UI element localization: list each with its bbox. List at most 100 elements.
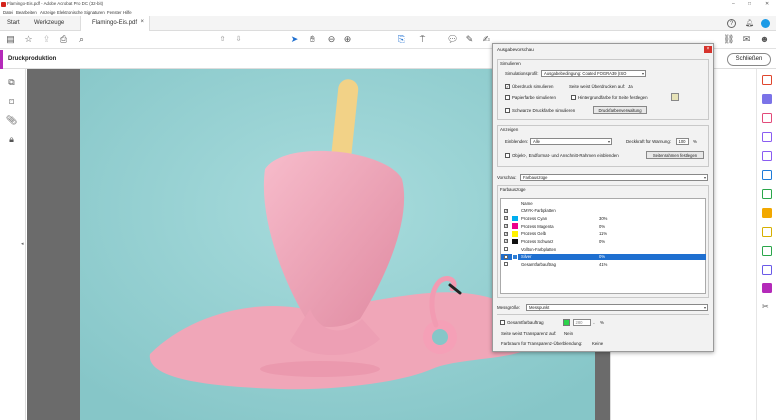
scroll-mode-icon[interactable]: ⍑ — [417, 34, 428, 45]
simulation-profile-select[interactable]: Ausgabebedingung: Coated FOGRA39 (ISO ▾ — [541, 70, 646, 77]
export-pdf-icon[interactable] — [762, 75, 772, 85]
search-icon[interactable]: ⌕ — [76, 34, 87, 45]
ink-manager-button[interactable]: Druckfarbenverwaltung — [593, 106, 647, 114]
menu-datei[interactable]: Datei — [3, 10, 13, 15]
warning-opacity-unit: % — [693, 139, 697, 144]
hand-tool-icon[interactable]: ✋︎ — [307, 34, 318, 45]
separation-checkbox[interactable]: ✓ — [504, 216, 508, 221]
paper-color-checkbox[interactable] — [505, 95, 510, 100]
transparency-label: Seite weist Transparenz auf: — [501, 331, 557, 336]
black-ink-checkbox[interactable] — [505, 108, 510, 113]
separation-row[interactable]: Gesamtfarbauftrag 41% — [501, 262, 706, 268]
separation-color-swatch — [512, 215, 518, 222]
rail-collapse-icon[interactable]: ◂ — [21, 241, 24, 247]
sign-icon[interactable]: ✍︎ — [481, 34, 492, 45]
print-production-green-icon[interactable] — [762, 246, 772, 256]
create-pdf-tool-icon[interactable] — [762, 132, 772, 142]
menu-anzeige[interactable]: Anzeige — [40, 10, 56, 15]
pen-icon[interactable]: ✎ — [464, 34, 475, 45]
transparency-value: Nein — [564, 331, 574, 336]
warning-opacity-input[interactable]: 100 — [676, 138, 689, 145]
separation-name: Prozess Magenta — [521, 223, 554, 229]
separation-row[interactable]: ✓ Prozess Cyan 30% — [501, 215, 706, 222]
separation-row[interactable]: ✓ Prozess Magenta 0% — [501, 223, 706, 229]
edit-pdf-icon[interactable] — [762, 113, 772, 123]
help-icon[interactable]: ? — [727, 19, 736, 28]
sample-size-select[interactable]: Messpunkt ▾ — [526, 304, 708, 311]
tab-start[interactable]: Start — [7, 16, 20, 31]
menu-bearbeiten[interactable]: Bearbeiten — [16, 10, 37, 15]
separation-name: Vollton-Farbplatten — [521, 246, 557, 252]
bookmarks-icon[interactable]: ⌑ — [6, 97, 17, 108]
menu-bar: Datei Bearbeiten Anzeige Elektronische S… — [0, 9, 776, 16]
account-icon[interactable]: ☻ — [759, 34, 770, 45]
print-production-icon[interactable] — [762, 283, 772, 293]
total-coverage-input[interactable]: 280 — [573, 319, 591, 326]
page-fit-icon[interactable]: ⎘ — [396, 34, 407, 45]
separation-checkbox[interactable] — [504, 247, 508, 251]
total-coverage-color-swatch[interactable] — [563, 319, 570, 326]
show-filter-select[interactable]: Alle ▾ — [530, 138, 612, 145]
separations-legend: Farbauszüge — [500, 187, 526, 192]
menu-fenster[interactable]: Fenster — [107, 10, 122, 15]
separation-row[interactable]: Silver 0% — [501, 254, 706, 261]
show-boxes-checkbox[interactable] — [505, 153, 510, 158]
share-upload-icon[interactable]: ⇪ — [41, 34, 52, 45]
bookmark-star-icon[interactable]: ☆ — [23, 34, 34, 45]
layers-lock-icon[interactable]: 🔒︎ — [6, 134, 17, 145]
menu-signaturen[interactable]: Elektronische Signaturen — [57, 10, 105, 15]
comment-icon[interactable]: 💬︎ — [447, 34, 458, 45]
bg-color-swatch[interactable] — [671, 93, 679, 101]
separation-name: Prozess Cyan — [521, 215, 548, 221]
zoom-in-icon[interactable]: ⊕ — [342, 34, 353, 45]
separation-row[interactable]: ✓ CMYK-Farbplatten — [501, 208, 706, 214]
separation-checkbox[interactable]: ✓ — [504, 231, 508, 236]
separations-list[interactable]: Name ✓ CMYK-Farbplatten ✓ Prozess Cyan 30% ✓ P… — [500, 198, 706, 294]
separation-row[interactable]: ✓ Prozess Gelb 11% — [501, 231, 706, 237]
warning-opacity-label: Deckkraft für Warnung: — [626, 139, 671, 144]
page-boxes-button[interactable]: Seitenrahmen festlegen — [646, 151, 704, 159]
window-close-button[interactable]: ✕ — [765, 1, 769, 7]
total-coverage-stepper-icon[interactable]: ⌄ — [592, 320, 596, 326]
overprint-checkbox[interactable]: ✓ — [505, 84, 510, 89]
bell-icon[interactable]: 🔔︎ — [745, 19, 754, 27]
dialog-close-button[interactable]: × — [704, 46, 712, 53]
tab-close-icon[interactable]: × — [140, 19, 144, 25]
more-tools-icon[interactable]: ✂︎ — [762, 302, 772, 312]
separation-checkbox[interactable]: ✓ — [504, 208, 508, 213]
preview-select[interactable]: Farbauszüge ▾ — [520, 174, 708, 181]
separation-checkbox[interactable] — [504, 254, 508, 259]
compare-icon[interactable] — [762, 189, 772, 199]
select-pointer-icon[interactable]: ➤ — [289, 34, 300, 45]
separation-checkbox[interactable]: ✓ — [504, 239, 508, 244]
zoom-out-icon[interactable]: ⊖ — [326, 34, 337, 45]
tab-tools[interactable]: Werkzeuge — [34, 16, 64, 31]
simulation-profile-value: Ausgabebedingung: Coated FOGRA39 (ISO — [544, 71, 627, 76]
print-icon[interactable]: ⎙ — [58, 34, 69, 45]
create-pdf-icon[interactable]: ▤ — [5, 34, 16, 45]
separation-checkbox[interactable]: ✓ — [504, 223, 508, 228]
protect-icon[interactable] — [762, 208, 772, 218]
comment-tool-icon[interactable] — [762, 227, 772, 237]
maximize-button[interactable]: □ — [748, 1, 751, 7]
mail-icon[interactable]: ✉︎ — [741, 34, 752, 45]
menu-hilfe[interactable]: Hilfe — [123, 10, 132, 15]
page-up-icon[interactable]: ⇧ — [217, 34, 228, 45]
attachments-icon[interactable]: 📎︎ — [6, 115, 17, 126]
scan-ocr-icon[interactable] — [762, 170, 772, 180]
separation-checkbox[interactable] — [504, 262, 508, 267]
organize-pages-icon[interactable] — [762, 94, 772, 104]
shield-icon[interactable] — [762, 265, 772, 275]
separation-row[interactable]: ✓ Prozess Schwarz 0% — [501, 238, 706, 245]
page-down-icon[interactable]: ⇩ — [233, 34, 244, 45]
total-coverage-checkbox[interactable] — [500, 320, 505, 325]
minimize-button[interactable]: – — [732, 1, 735, 7]
bg-color-checkbox[interactable] — [571, 95, 576, 100]
close-tool-button[interactable]: Schließen — [727, 53, 771, 66]
fill-sign-icon[interactable] — [762, 151, 772, 161]
avatar[interactable] — [761, 19, 770, 28]
link-tool-icon[interactable]: ⛓︎ — [723, 34, 734, 45]
separation-row[interactable]: Vollton-Farbplatten — [501, 247, 706, 253]
tab-document[interactable]: Flamingo-Eis.pdf × — [80, 16, 150, 31]
page-thumbnails-icon[interactable]: ⧉ — [6, 77, 17, 88]
